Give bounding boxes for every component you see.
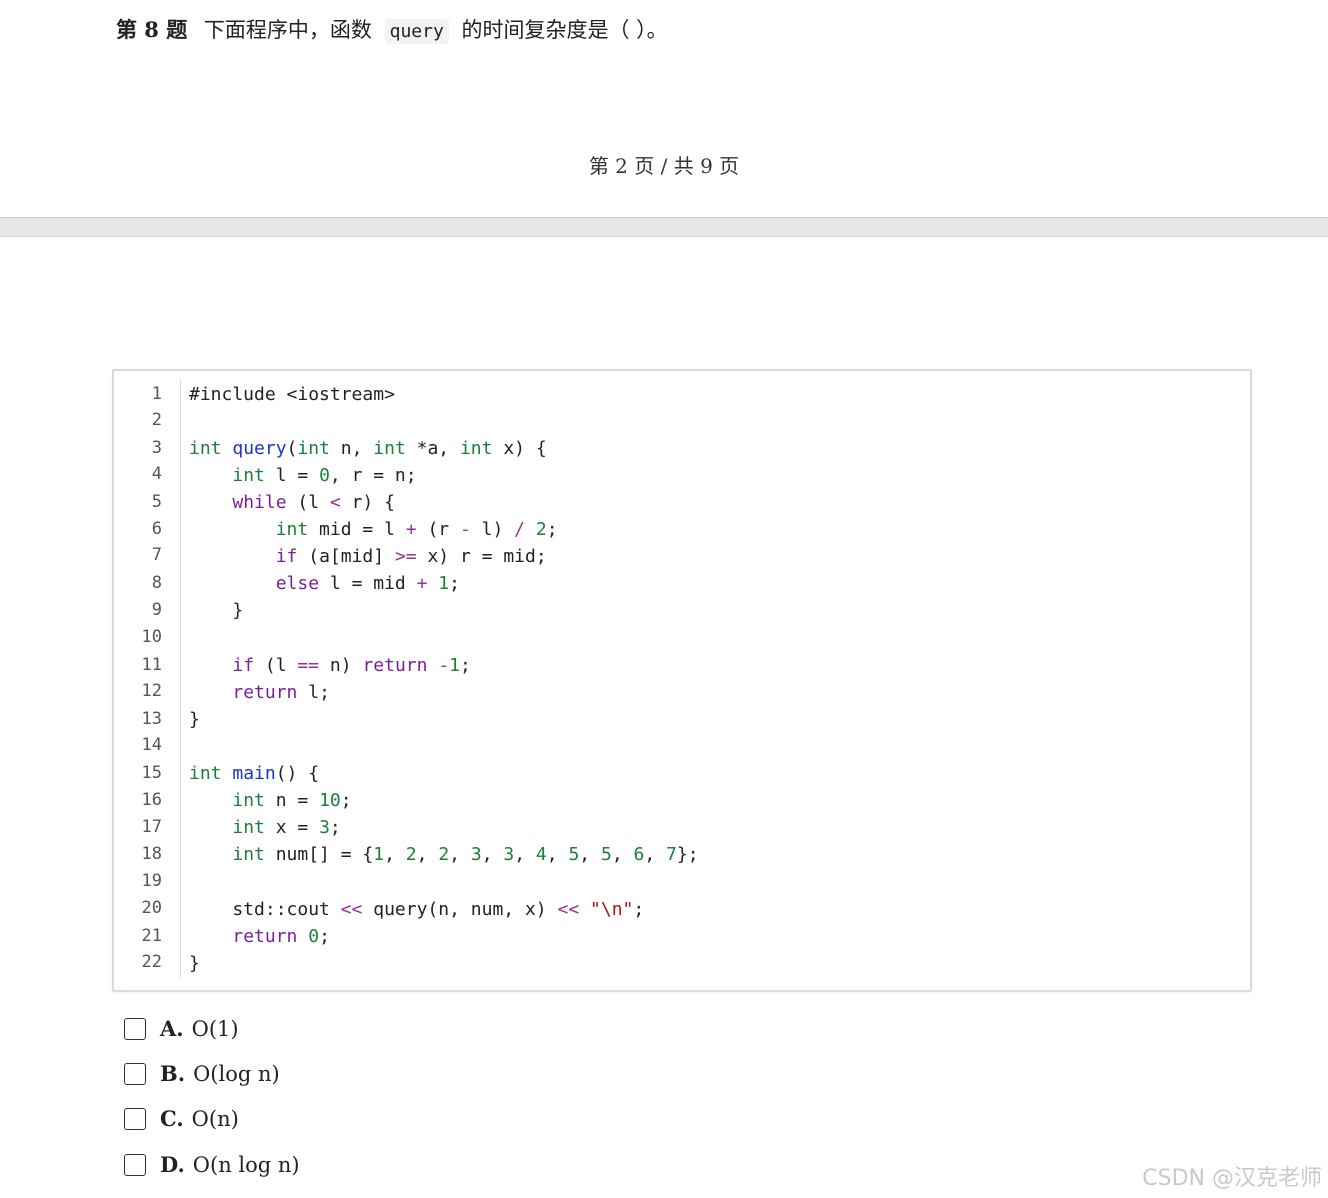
- option-expression: O(log n): [193, 1061, 280, 1086]
- question-header: 第 8 题 下面程序中，函数 query 的时间复杂度是（ ）。: [116, 14, 668, 44]
- line-number: 3: [151, 438, 162, 458]
- line-number: 19: [141, 871, 162, 891]
- line-number: 20: [141, 898, 162, 918]
- code-line-13: }: [189, 709, 200, 730]
- option-letter: D.: [160, 1152, 185, 1177]
- question-number: 第 8 题: [116, 17, 188, 42]
- option-expression: O(n): [191, 1106, 239, 1131]
- code-line-9: }: [189, 600, 244, 621]
- line-number: 18: [141, 844, 162, 864]
- option-a[interactable]: A. O(1): [124, 1016, 239, 1041]
- code-line-21: return 0;: [232, 926, 330, 947]
- code-line-17: int x = 3;: [232, 817, 341, 838]
- option-c[interactable]: C. O(n): [124, 1106, 239, 1131]
- code-line-22: }: [189, 953, 200, 974]
- line-number: 14: [141, 735, 162, 755]
- line-number: 8: [151, 573, 162, 593]
- code-line-5: while (l < r) {: [232, 492, 395, 513]
- line-number: 10: [141, 627, 162, 647]
- option-expression: O(1): [191, 1016, 239, 1041]
- code-line-18: int num[] = {1, 2, 2, 3, 3, 4, 5, 5, 6, …: [232, 844, 699, 865]
- line-number: 2: [151, 410, 162, 430]
- option-letter: A.: [160, 1016, 184, 1041]
- code-line-12: return l;: [232, 682, 330, 703]
- code-line-6: int mid = l + (r - l) / 2;: [275, 519, 558, 540]
- code-line-3: int query(int n, int *a, int x) {: [189, 438, 547, 459]
- page-number: 第 2 页 / 共 9 页: [588, 154, 740, 178]
- line-number: 15: [141, 763, 162, 783]
- line-number: 5: [151, 492, 162, 512]
- watermark: CSDN @汉克老师: [1142, 1166, 1322, 1191]
- line-number: 11: [141, 655, 162, 675]
- question-code-word: query: [384, 19, 449, 44]
- option-letter: C.: [160, 1106, 184, 1131]
- line-number: 22: [141, 952, 162, 972]
- option-expression: O(n log n): [192, 1152, 300, 1177]
- option-d-checkbox[interactable]: [124, 1153, 146, 1176]
- line-number: 7: [151, 545, 162, 565]
- code-line-1: #include <iostream>: [189, 384, 395, 405]
- option-letter: B.: [160, 1061, 186, 1086]
- line-number: 1: [151, 384, 162, 404]
- code-line-7: if (a[mid] >= x) r = mid;: [275, 546, 547, 567]
- code-line-4: int l = 0, r = n;: [232, 465, 417, 486]
- code-line-8: else l = mid + 1;: [275, 573, 460, 594]
- question-text-before: 下面程序中，函数: [203, 18, 372, 42]
- option-b-checkbox[interactable]: [124, 1062, 146, 1085]
- line-number: 16: [141, 790, 162, 810]
- question-text-after: 的时间复杂度是（ ）。: [461, 18, 668, 42]
- line-number: 9: [151, 600, 162, 620]
- page-divider: [0, 217, 1328, 237]
- line-number: 21: [141, 926, 162, 946]
- line-number: 12: [141, 681, 162, 701]
- code-line-16: int n = 10;: [232, 790, 352, 811]
- line-number: 13: [141, 709, 162, 729]
- code-line-15: int main() {: [189, 763, 320, 784]
- code-block: 1 2 3 4 5 6 7 8 9 10 11 12 13 14 15 16 1…: [112, 369, 1252, 992]
- option-a-checkbox[interactable]: [124, 1017, 146, 1040]
- option-b[interactable]: B. O(log n): [124, 1061, 280, 1086]
- line-number-gutter: 1 2 3 4 5 6 7 8 9 10 11 12 13 14 15 16 1…: [114, 379, 181, 979]
- option-c-checkbox[interactable]: [124, 1107, 146, 1130]
- code-line-20: std::cout << query(n, num, x) << "\n";: [189, 899, 645, 920]
- line-number: 6: [151, 519, 162, 539]
- option-d[interactable]: D. O(n log n): [124, 1152, 300, 1177]
- line-number: 4: [151, 464, 162, 484]
- line-number: 17: [141, 817, 162, 837]
- code-line-11: if (l == n) return -1;: [232, 655, 471, 676]
